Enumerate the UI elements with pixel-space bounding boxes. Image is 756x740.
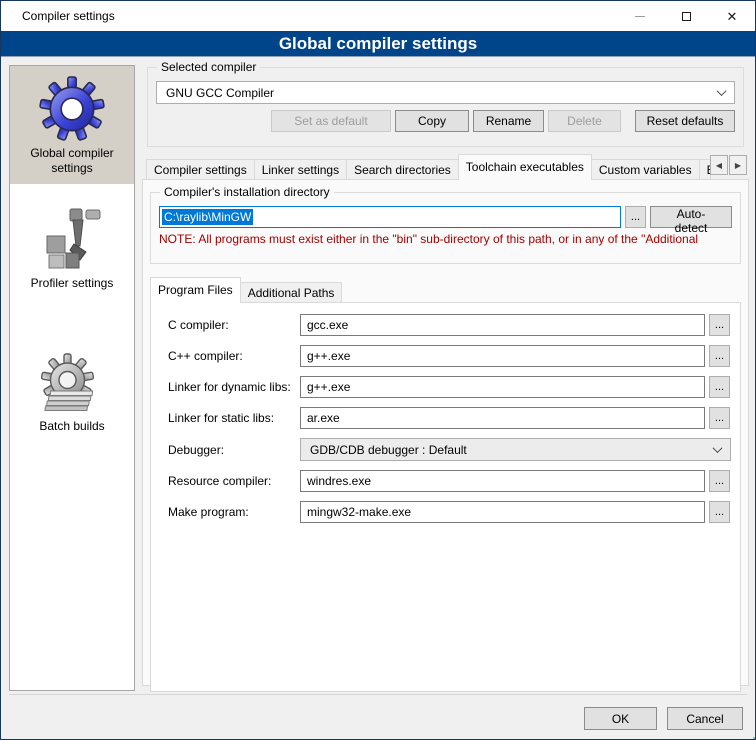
selected-compiler-group: Selected compiler GNU GCC Compiler Set a… [147, 67, 744, 147]
close-button[interactable]: ✕ [709, 1, 755, 31]
resource-compiler-browse-button[interactable]: ... [709, 470, 730, 492]
compiler-settings-dialog: Compiler settings ✕ Global compiler sett… [0, 0, 756, 740]
static-linker-label: Linker for static libs: [160, 411, 296, 425]
compiler-actions: Set as default Copy Rename Delete Reset … [156, 110, 735, 132]
maximize-icon [682, 12, 691, 21]
dynamic-linker-label: Linker for dynamic libs: [160, 380, 296, 394]
compiler-select[interactable]: GNU GCC Compiler [156, 81, 735, 104]
tab-search-directories[interactable]: Search directories [346, 159, 459, 180]
selected-text: C:\raylib\MinGW [162, 209, 253, 225]
debugger-select[interactable]: GDB/CDB debugger : Default [300, 438, 731, 461]
cpp-compiler-input[interactable] [300, 345, 705, 367]
tab-scroll-buttons: ◀ ▶ [710, 155, 747, 175]
inner-tabstrip: Program Files Additional Paths [150, 277, 741, 303]
tab-compiler-settings[interactable]: Compiler settings [146, 159, 255, 180]
sidebar-item-label: Global compiler settings [13, 146, 131, 176]
page-title: Global compiler settings [279, 34, 477, 54]
footer-buttons: OK Cancel [584, 707, 743, 730]
copy-button[interactable]: Copy [395, 110, 469, 132]
installation-directory-row: C:\raylib\MinGW ... Auto-detect [159, 206, 732, 228]
banner: Global compiler settings [1, 31, 755, 57]
rename-button[interactable]: Rename [473, 110, 544, 132]
make-program-input[interactable] [300, 501, 705, 523]
auto-detect-button[interactable]: Auto-detect [650, 206, 732, 228]
ok-button[interactable]: OK [584, 707, 657, 730]
sidebar-item-label: Batch builds [13, 419, 131, 434]
group-label: Compiler's installation directory [160, 185, 334, 199]
dynamic-linker-input[interactable] [300, 376, 705, 398]
maximize-button[interactable] [663, 1, 709, 31]
arrow-left-icon: ◀ [716, 161, 722, 170]
static-linker-browse-button[interactable]: ... [709, 407, 730, 429]
note-text: NOTE: All programs must exist either in … [159, 232, 732, 246]
sidebar-item-batch-builds[interactable]: Batch builds [10, 343, 134, 442]
make-program-browse-button[interactable]: ... [709, 501, 730, 523]
reset-defaults-button[interactable]: Reset defaults [635, 110, 735, 132]
minimize-button[interactable] [617, 1, 663, 31]
tab-scroll-left-button[interactable]: ◀ [710, 155, 728, 175]
chevron-down-icon [717, 86, 727, 96]
tab-additional-paths[interactable]: Additional Paths [240, 282, 343, 303]
tab-program-files[interactable]: Program Files [150, 277, 241, 303]
debugger-label: Debugger: [160, 443, 296, 457]
chevron-down-icon [713, 443, 723, 453]
tab-custom-variables[interactable]: Custom variables [591, 159, 700, 180]
tab-linker-settings[interactable]: Linker settings [254, 159, 347, 180]
settings-tabstrip: Compiler settings Linker settings Search… [142, 154, 749, 180]
resource-compiler-input[interactable] [300, 470, 705, 492]
gear-blue-icon [13, 76, 131, 142]
delete-button[interactable]: Delete [548, 110, 621, 132]
group-label: Selected compiler [157, 60, 260, 74]
compiler-select-value: GNU GCC Compiler [166, 86, 274, 100]
toolchain-form: C compiler: ... C++ compiler: ... Linker… [151, 303, 740, 534]
cpp-compiler-label: C++ compiler: [160, 349, 296, 363]
caliper-icon [13, 206, 131, 272]
installation-directory-input[interactable]: C:\raylib\MinGW [159, 206, 621, 228]
gear-stack-icon [13, 353, 131, 415]
tab-toolchain-executables[interactable]: Toolchain executables [458, 154, 592, 180]
close-icon: ✕ [727, 10, 738, 23]
resource-compiler-label: Resource compiler: [160, 474, 296, 488]
static-linker-input[interactable] [300, 407, 705, 429]
tab-scroll-right-button[interactable]: ▶ [729, 155, 747, 175]
c-compiler-label: C compiler: [160, 318, 296, 332]
minimize-icon [635, 16, 645, 17]
title-bar: Compiler settings ✕ [1, 1, 755, 31]
resize-grip-icon[interactable] [749, 733, 751, 735]
sidebar-item-profiler-settings[interactable]: Profiler settings [10, 196, 134, 299]
browse-directory-button[interactable]: ... [625, 206, 646, 228]
program-files-notebook: Program Files Additional Paths C compile… [150, 277, 741, 692]
arrow-right-icon: ▶ [735, 161, 741, 170]
dynamic-linker-browse-button[interactable]: ... [709, 376, 730, 398]
cpp-compiler-browse-button[interactable]: ... [709, 345, 730, 367]
c-compiler-browse-button[interactable]: ... [709, 314, 730, 336]
main-panel: Selected compiler GNU GCC Compiler Set a… [142, 65, 749, 686]
installation-directory-group: Compiler's installation directory C:\ray… [150, 192, 741, 264]
toolchain-executables-page: Compiler's installation directory C:\ray… [142, 179, 749, 686]
program-files-page: C compiler: ... C++ compiler: ... Linker… [150, 302, 741, 692]
footer-divider [9, 694, 747, 695]
sidebar: Global compiler settings Profiler settin… [9, 65, 135, 691]
c-compiler-input[interactable] [300, 314, 705, 336]
caption-buttons: ✕ [617, 1, 755, 31]
window-title: Compiler settings [1, 9, 115, 23]
cancel-button[interactable]: Cancel [667, 707, 743, 730]
debugger-select-value: GDB/CDB debugger : Default [310, 443, 467, 457]
make-program-label: Make program: [160, 505, 296, 519]
sidebar-item-global-compiler-settings[interactable]: Global compiler settings [10, 66, 134, 184]
set-as-default-button[interactable]: Set as default [271, 110, 391, 132]
sidebar-item-label: Profiler settings [13, 276, 131, 291]
